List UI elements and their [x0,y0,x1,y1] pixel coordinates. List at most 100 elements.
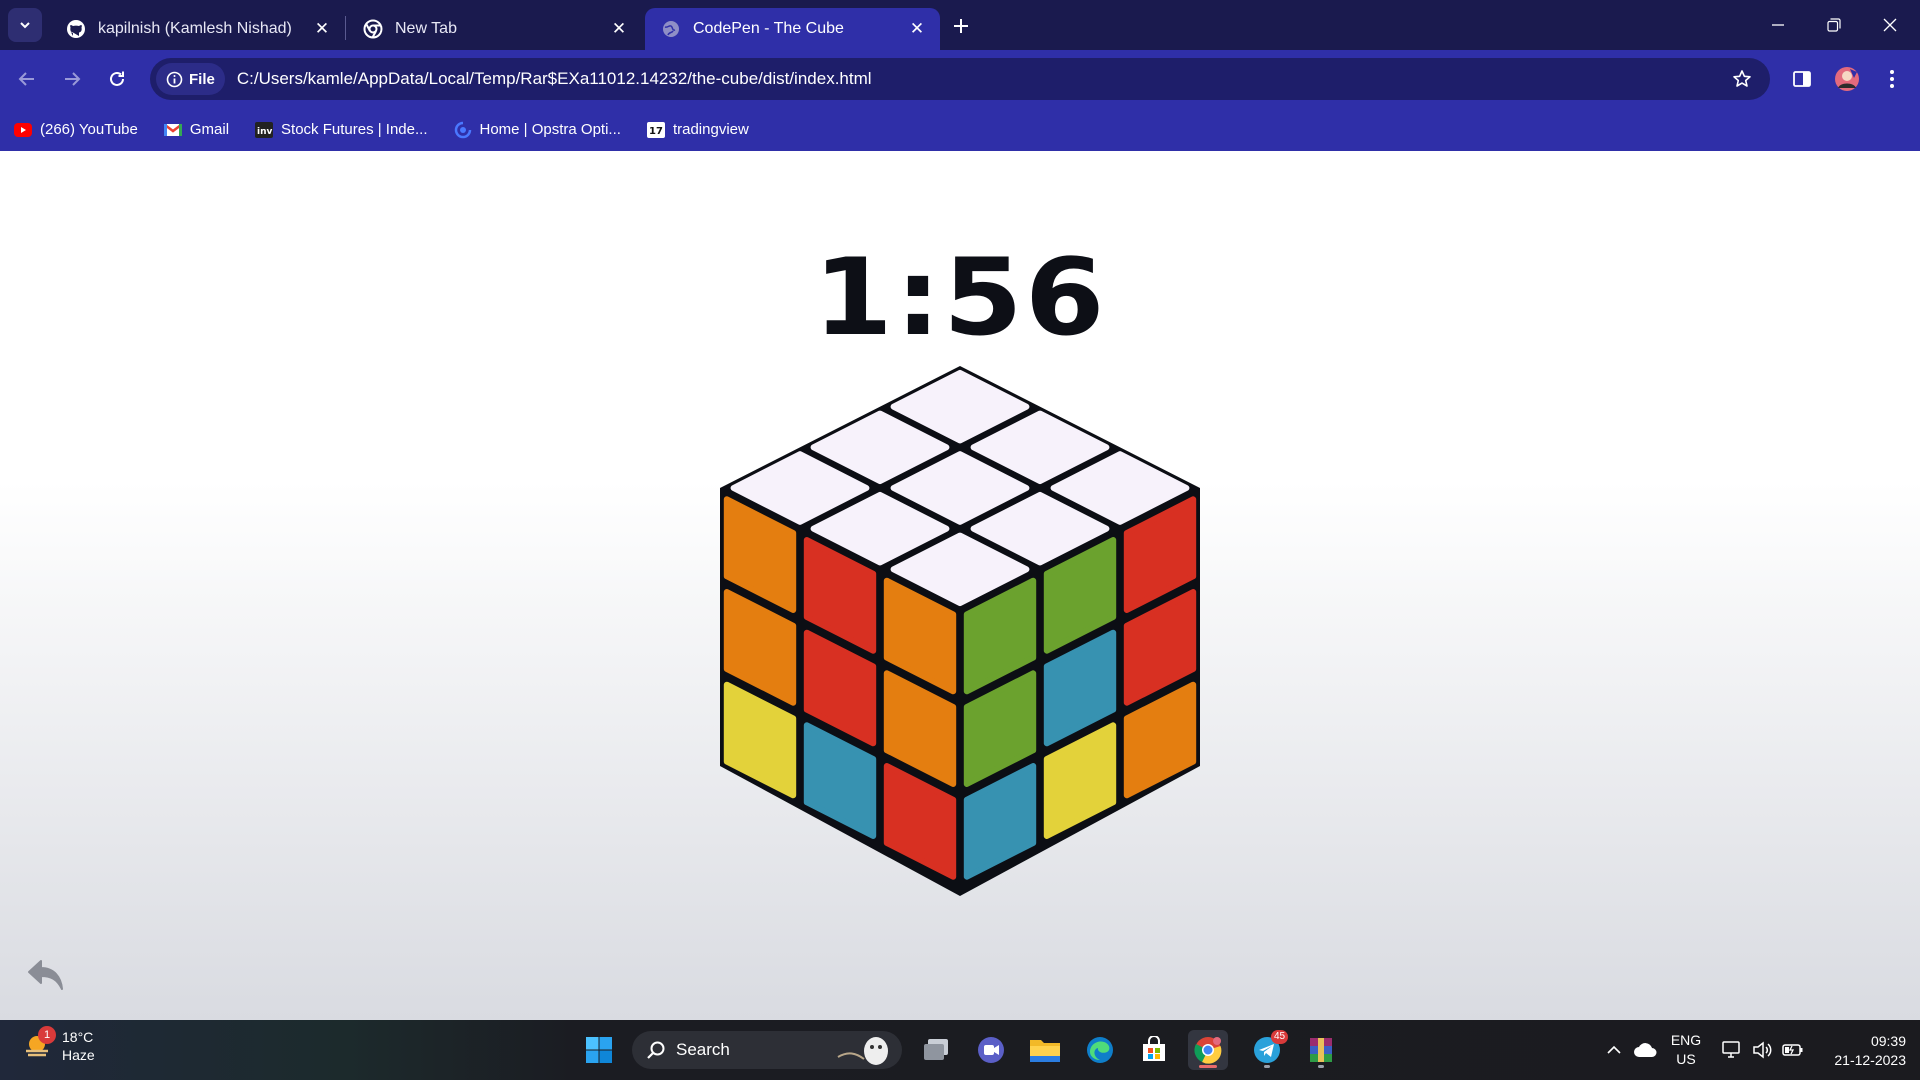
telegram-button[interactable]: 45 [1247,1030,1289,1070]
opstra-icon [454,121,472,139]
site-info-chip[interactable]: File [156,63,225,95]
running-indicator [1318,1065,1324,1068]
bookmark-tradingview[interactable]: 17 tradingview [646,115,761,145]
cloud-icon [1634,1043,1657,1057]
network-button[interactable] [1718,1030,1746,1070]
game-timer: 1:56 [813,236,1107,359]
url-text[interactable]: C:/Users/kamle/AppData/Local/Temp/Rar$EX… [237,69,1722,89]
star-icon [1733,70,1751,87]
back-button[interactable] [10,62,44,96]
weather-badge: 1 [38,1026,56,1044]
gmail-icon [163,121,182,139]
tradingview-icon: 17 [646,121,665,139]
tab-title: New Tab [395,20,457,37]
language-bottom: US [1676,1051,1696,1067]
teams-button[interactable] [971,1030,1011,1070]
winrar-button[interactable] [1301,1030,1341,1070]
restore-icon [1827,18,1841,32]
reload-button[interactable] [100,62,134,96]
edge-button[interactable] [1080,1030,1120,1070]
svg-text:17: 17 [649,126,663,137]
arrow-left-icon [18,72,34,86]
tab-strip: kapilnish (Kamlesh Nishad) ✕ New Tab ✕ C… [0,0,1920,50]
tab-close-icon[interactable]: ✕ [311,18,333,40]
side-panel-button[interactable] [1785,62,1819,96]
store-icon [1143,1036,1165,1061]
menu-button[interactable] [1875,62,1909,96]
store-button[interactable] [1134,1030,1174,1070]
bookmark-label: tradingview [672,121,749,138]
forward-button[interactable] [55,62,89,96]
new-tab-button[interactable] [945,10,977,42]
running-indicator [1199,1065,1217,1068]
taskbar-clock[interactable]: 09:39 21-12-2023 [1816,1032,1906,1070]
search-icon [647,1041,665,1059]
tab-github[interactable]: kapilnish (Kamlesh Nishad) ✕ [50,8,345,50]
close-icon [1883,18,1897,32]
investing-icon: inv [255,121,274,139]
edge-icon [1087,1037,1113,1063]
file-explorer-button[interactable] [1025,1030,1065,1070]
profile-button[interactable] [1830,62,1864,96]
bookmark-youtube[interactable]: (266) YouTube [14,115,150,145]
bookmark-label: Gmail [189,121,230,138]
language-indicator[interactable]: ENG US [1664,1030,1708,1070]
tab-title: CodePen - The Cube [693,20,844,37]
windows-icon [586,1037,612,1063]
network-monitor-icon [1722,1041,1740,1058]
globe-icon [661,19,681,39]
task-view-button[interactable] [916,1030,956,1070]
bookmarks-bar: (266) YouTube Gmail inv Stock Futures | … [0,108,1920,151]
plus-icon [954,19,968,33]
clock-date: 21-12-2023 [1834,1052,1906,1068]
tab-close-icon[interactable]: ✕ [906,18,928,40]
more-vert-icon [1890,70,1894,88]
start-button[interactable] [579,1030,619,1070]
site-info-label: File [189,70,215,88]
tab-new-tab[interactable]: New Tab ✕ [347,8,642,50]
search-label: Search [676,1040,730,1059]
avatar [1835,67,1859,91]
owl-search-highlight-icon [837,1037,888,1065]
bookmark-opstra[interactable]: Home | Opstra Opti... [454,115,633,145]
restore-button[interactable] [1806,0,1862,50]
running-indicator [1264,1065,1270,1068]
telegram-badge: 45 [1271,1030,1289,1044]
taskbar-search[interactable]: Search [632,1031,902,1069]
rubiks-cube[interactable] [720,366,1200,896]
tab-close-icon[interactable]: ✕ [608,18,630,40]
close-window-button[interactable] [1862,0,1918,50]
chevron-down-icon [20,22,30,29]
weather-widget[interactable]: 1 18°C Haze [22,1026,95,1064]
battery-button[interactable] [1778,1030,1808,1070]
minimize-icon [1772,24,1784,26]
address-bar[interactable]: File C:/Users/kamle/AppData/Local/Temp/R… [150,58,1770,100]
chevron-up-icon [1607,1045,1621,1054]
language-top: ENG [1670,1032,1702,1048]
bookmark-stock-futures[interactable]: inv Stock Futures | Inde... [255,115,439,145]
browser-toolbar: File C:/Users/kamle/AppData/Local/Temp/R… [0,50,1920,108]
task-view-icon [924,1039,948,1060]
arrow-right-icon [65,72,81,86]
svg-text:inv: inv [257,127,272,137]
teams-chat-icon [978,1037,1004,1063]
volume-button[interactable] [1748,1030,1776,1070]
bookmark-star-button[interactable] [1722,59,1762,99]
folder-icon [1030,1040,1060,1062]
bookmark-label: (266) YouTube [40,121,138,138]
bookmark-gmail[interactable]: Gmail [163,115,241,145]
tab-search-button[interactable] [8,8,42,42]
tab-codepen-the-cube[interactable]: CodePen - The Cube ✕ [645,8,940,50]
battery-charging-icon [1782,1044,1803,1056]
clock-time: 09:39 [1870,1033,1906,1049]
tray-overflow-button[interactable] [1602,1030,1626,1070]
page-content: 1:56 [0,151,1920,1020]
chrome-taskbar-button[interactable] [1188,1030,1228,1070]
onedrive-button[interactable] [1630,1030,1660,1070]
info-icon [166,71,183,87]
taskbar: 1 18°C Haze Search 45 ENG US 09:39 21-12… [0,1020,1920,1080]
reload-icon [110,71,124,86]
undo-button[interactable] [22,956,70,996]
minimize-button[interactable] [1750,0,1806,50]
chrome-icon [1194,1037,1222,1064]
